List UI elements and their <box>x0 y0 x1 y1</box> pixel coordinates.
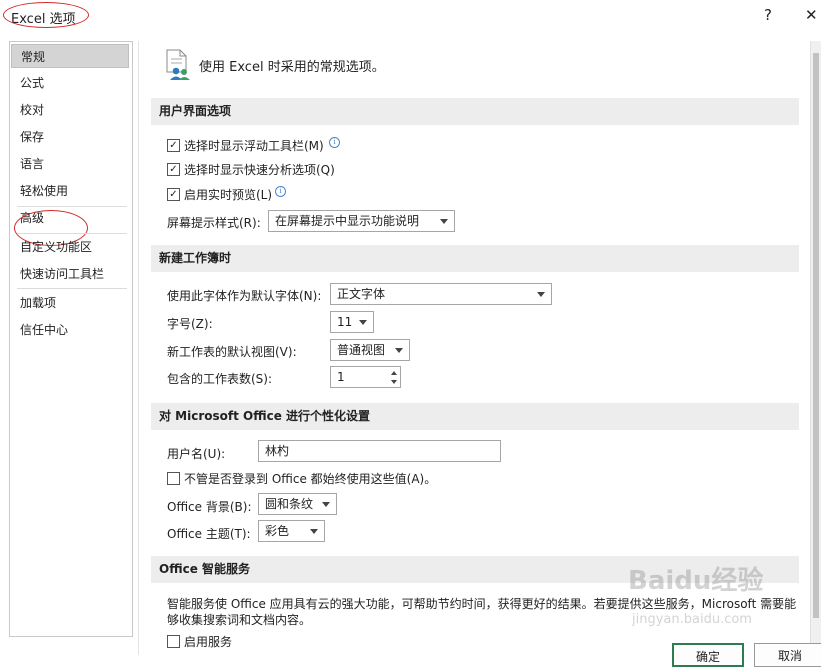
default-font-select[interactable]: 正文字体 <box>330 283 552 305</box>
checkbox-quick-analysis[interactable]: ✓ <box>167 163 180 176</box>
close-button[interactable]: ✕ <box>805 6 818 24</box>
sheet-count-spinner[interactable]: 1 <box>330 366 401 388</box>
general-options-icon <box>166 49 190 80</box>
label-screentip-style: 屏幕提示样式(R): <box>167 216 261 230</box>
checkbox-live-preview[interactable]: ✓ <box>167 188 180 201</box>
sidebar-item-formulas[interactable]: 公式 <box>11 71 129 95</box>
sidebar-item-addins[interactable]: 加载项 <box>11 291 129 315</box>
page-heading: 使用 Excel 时采用的常规选项。 <box>199 60 385 75</box>
label-quick-analysis: 选择时显示快速分析选项(Q) <box>184 163 335 177</box>
title-bar: Excel 选项 ? ✕ <box>0 0 821 34</box>
sidebar-nav: 常规 公式 校对 保存 语言 轻松使用 高级 自定义功能区 快速访问工具栏 加载… <box>9 41 133 637</box>
label-sheet-count: 包含的工作表数(S): <box>167 372 273 386</box>
default-view-select[interactable]: 普通视图 <box>330 339 410 361</box>
screentip-style-select[interactable]: 在屏幕提示中显示功能说明 <box>268 210 455 232</box>
label-mini-toolbar: 选择时显示浮动工具栏(M) <box>184 139 324 153</box>
office-theme-value: 彩色 <box>265 524 290 538</box>
checkbox-mini-toolbar[interactable]: ✓ <box>167 139 180 152</box>
sidebar-item-quick-access-toolbar[interactable]: 快速访问工具栏 <box>11 262 129 286</box>
office-theme-select[interactable]: 彩色 <box>258 520 325 542</box>
chevron-down-icon <box>359 320 367 325</box>
chevron-down-icon <box>440 219 448 224</box>
help-button[interactable]: ? <box>764 6 772 24</box>
label-font-size: 字号(Z): <box>167 317 213 331</box>
sidebar-item-accessibility[interactable]: 轻松使用 <box>11 179 129 203</box>
default-font-value: 正文字体 <box>337 287 386 301</box>
scrollbar-thumb[interactable] <box>813 53 819 618</box>
chevron-down-icon <box>322 502 330 507</box>
office-background-select[interactable]: 圆和条纹 <box>258 493 337 515</box>
intelligent-services-description-cont: 够收集搜索词和文档内容。 <box>167 613 312 627</box>
label-default-font: 使用此字体作为默认字体(N): <box>167 289 322 303</box>
label-default-view: 新工作表的默认视图(V): <box>167 345 297 359</box>
annotation-circle-title <box>3 2 89 28</box>
username-input[interactable]: 林杓 <box>258 440 501 462</box>
label-enable-services: 启用服务 <box>184 635 233 649</box>
watermark-brand: Baidu经验 <box>628 566 764 596</box>
vertical-scrollbar[interactable] <box>810 41 821 655</box>
section-ui-options: 用户界面选项 <box>151 98 799 125</box>
checkbox-enable-services[interactable] <box>167 635 180 648</box>
ok-button[interactable]: 确定 <box>672 643 744 667</box>
chevron-down-icon <box>537 292 545 297</box>
info-icon[interactable]: i <box>275 186 286 197</box>
sidebar-item-proofing[interactable]: 校对 <box>11 98 129 122</box>
section-personalize: 对 Microsoft Office 进行个性化设置 <box>151 403 799 430</box>
default-view-value: 普通视图 <box>337 343 386 357</box>
checkbox-always-use-values[interactable] <box>167 472 180 485</box>
sidebar-item-save[interactable]: 保存 <box>11 125 129 149</box>
info-icon[interactable]: i <box>329 137 340 148</box>
sidebar-item-trust-center[interactable]: 信任中心 <box>11 318 129 342</box>
label-live-preview: 启用实时预览(L) <box>184 188 273 202</box>
sidebar-divider <box>17 288 127 289</box>
watermark-url: jingyan.baidu.com <box>632 612 752 627</box>
sidebar-item-general[interactable]: 常规 <box>11 44 129 68</box>
font-size-select[interactable]: 11 <box>330 311 374 333</box>
sidebar-divider <box>17 233 127 234</box>
label-always-use-values: 不管是否登录到 Office 都始终使用这些值(A)。 <box>184 472 437 486</box>
office-background-value: 圆和条纹 <box>265 497 314 511</box>
intelligent-services-description: 智能服务使 Office 应用具有云的强大功能，可帮助节约时间，获得更好的结果。… <box>167 597 797 611</box>
sidebar-item-customize-ribbon[interactable]: 自定义功能区 <box>11 235 129 259</box>
spin-down-icon[interactable] <box>391 380 397 384</box>
chevron-down-icon <box>395 348 403 353</box>
screentip-style-value: 在屏幕提示中显示功能说明 <box>275 214 420 228</box>
font-size-value: 11 <box>337 315 353 329</box>
section-new-workbook: 新建工作簿时 <box>151 245 799 272</box>
label-username: 用户名(U): <box>167 447 226 461</box>
cancel-button[interactable]: 取消 <box>754 643 821 667</box>
spin-up-icon[interactable] <box>391 371 397 375</box>
chevron-down-icon <box>310 529 318 534</box>
label-office-theme: Office 主题(T): <box>167 527 251 541</box>
sidebar-item-language[interactable]: 语言 <box>11 152 129 176</box>
sheet-count-value: 1 <box>337 370 345 384</box>
label-office-background: Office 背景(B): <box>167 500 252 514</box>
